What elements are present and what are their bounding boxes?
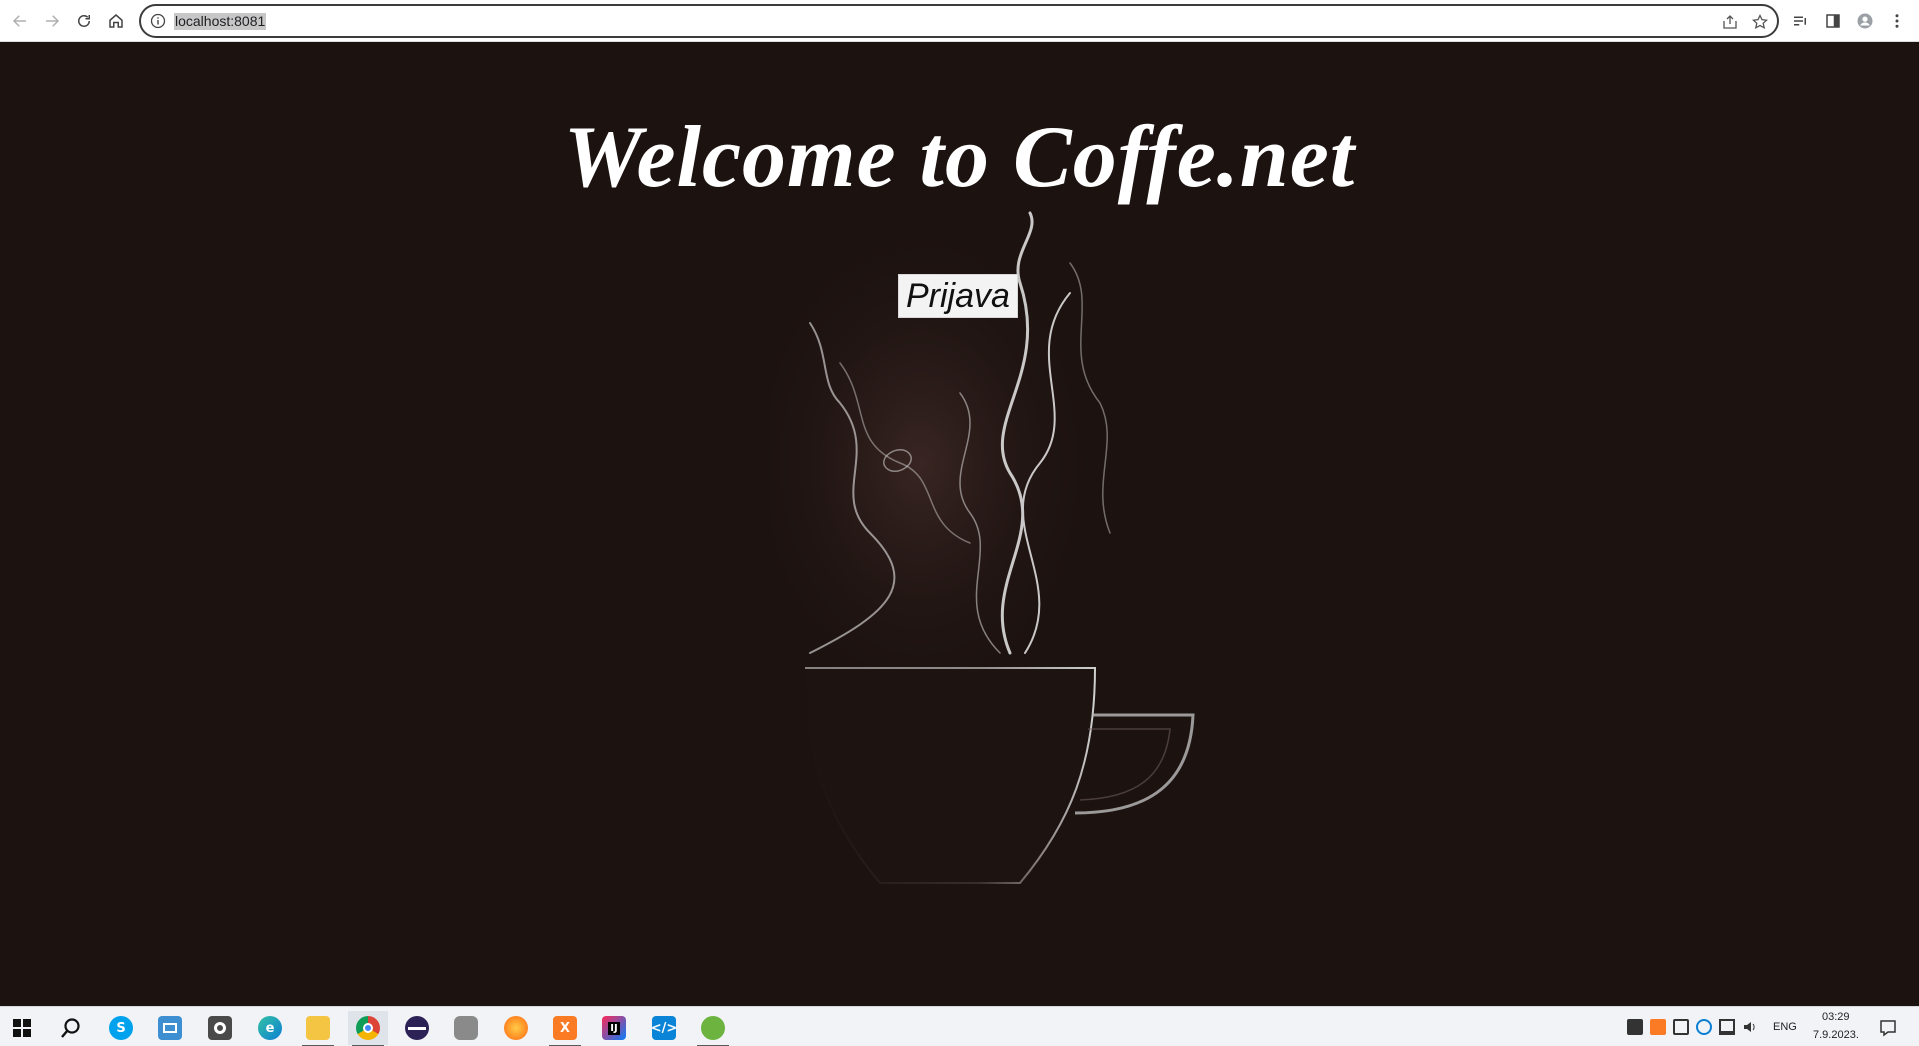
xampp-icon: X — [553, 1016, 577, 1040]
taskbar-edge[interactable]: e — [250, 1011, 290, 1045]
home-button[interactable] — [102, 7, 130, 35]
chrome-icon — [356, 1016, 380, 1040]
reading-list-button[interactable] — [1786, 7, 1814, 35]
address-bar[interactable]: localhost:8081 — [139, 4, 1779, 38]
bookmark-button[interactable] — [1750, 12, 1770, 32]
back-button[interactable] — [6, 7, 34, 35]
taskbar-database[interactable] — [446, 1011, 486, 1045]
back-arrow-icon — [12, 15, 26, 27]
share-icon — [1723, 15, 1737, 29]
start-button[interactable] — [2, 1011, 42, 1045]
taskbar-vscode[interactable]: </> — [644, 1011, 684, 1045]
intellij-icon: IJ — [602, 1016, 626, 1040]
tray-network-app-icon[interactable] — [1627, 1019, 1643, 1035]
taskbar-chrome[interactable] — [348, 1011, 388, 1046]
taskbar-intellij[interactable]: IJ — [594, 1011, 634, 1045]
tray-xampp-icon[interactable] — [1650, 1019, 1666, 1035]
notification-icon — [1880, 1020, 1896, 1037]
taskbar-eclipse[interactable] — [397, 1011, 437, 1045]
eclipse-icon — [405, 1016, 429, 1040]
tray-date[interactable]: 7.9.2023. — [1813, 1029, 1859, 1041]
address-url[interactable]: localhost:8081 — [174, 13, 267, 30]
windows-start-icon — [13, 1019, 31, 1037]
tray-volume-icon[interactable] — [1742, 1019, 1758, 1035]
spring-icon — [701, 1016, 725, 1040]
kebab-menu-icon — [1895, 14, 1899, 28]
reload-icon — [78, 15, 90, 27]
taskbar-search-button[interactable] — [51, 1011, 91, 1045]
skype-icon: S — [109, 1016, 133, 1040]
notification-center-button[interactable] — [1879, 1019, 1896, 1037]
search-icon — [61, 1018, 80, 1038]
coffee-cup — [803, 667, 1097, 884]
tray-time[interactable]: 03:29 — [1822, 1011, 1850, 1023]
reload-button[interactable] — [70, 7, 98, 35]
taskbar-skype[interactable]: S — [101, 1011, 141, 1045]
tray-language[interactable]: ENG — [1773, 1021, 1797, 1033]
forward-button[interactable] — [38, 7, 66, 35]
login-button[interactable]: Prijava — [898, 274, 1018, 318]
taskbar-window-app[interactable] — [150, 1011, 190, 1045]
profile-avatar-icon — [1857, 13, 1873, 29]
file-explorer-icon — [306, 1016, 330, 1040]
database-icon — [454, 1016, 478, 1040]
site-info-icon[interactable] — [150, 13, 166, 29]
taskbar-firefox[interactable] — [496, 1011, 536, 1045]
edge-icon: e — [258, 1016, 282, 1040]
reading-list-icon — [1794, 16, 1806, 26]
tray-network-icon[interactable] — [1719, 1019, 1735, 1035]
forward-arrow-icon — [46, 15, 60, 27]
vscode-icon: </> — [651, 1016, 677, 1040]
windows-taskbar: S e X IJ </> ENG 03:29 7.9.2023. — [0, 1006, 1919, 1046]
camera-icon — [208, 1016, 232, 1040]
side-panel-icon — [1826, 14, 1840, 28]
taskbar-xampp[interactable]: X — [545, 1011, 585, 1046]
web-page: Welcome to Coffe.net Prijava — [0, 43, 1919, 1006]
tray-display-icon[interactable] — [1673, 1019, 1689, 1035]
window-icon — [158, 1016, 182, 1040]
taskbar-camera-app[interactable] — [200, 1011, 240, 1045]
profile-button[interactable] — [1851, 7, 1879, 35]
firefox-icon — [504, 1016, 528, 1040]
browser-toolbar: localhost:8081 — [0, 0, 1919, 42]
menu-button[interactable] — [1883, 7, 1911, 35]
taskbar-spring[interactable] — [693, 1011, 733, 1046]
home-icon — [109, 14, 123, 28]
side-panel-button[interactable] — [1819, 7, 1847, 35]
page-title: Welcome to Coffe.net — [563, 109, 1356, 206]
star-icon — [1752, 14, 1768, 30]
taskbar-file-explorer[interactable] — [298, 1011, 338, 1046]
share-button[interactable] — [1720, 12, 1740, 32]
tray-edge-icon[interactable] — [1696, 1019, 1712, 1035]
